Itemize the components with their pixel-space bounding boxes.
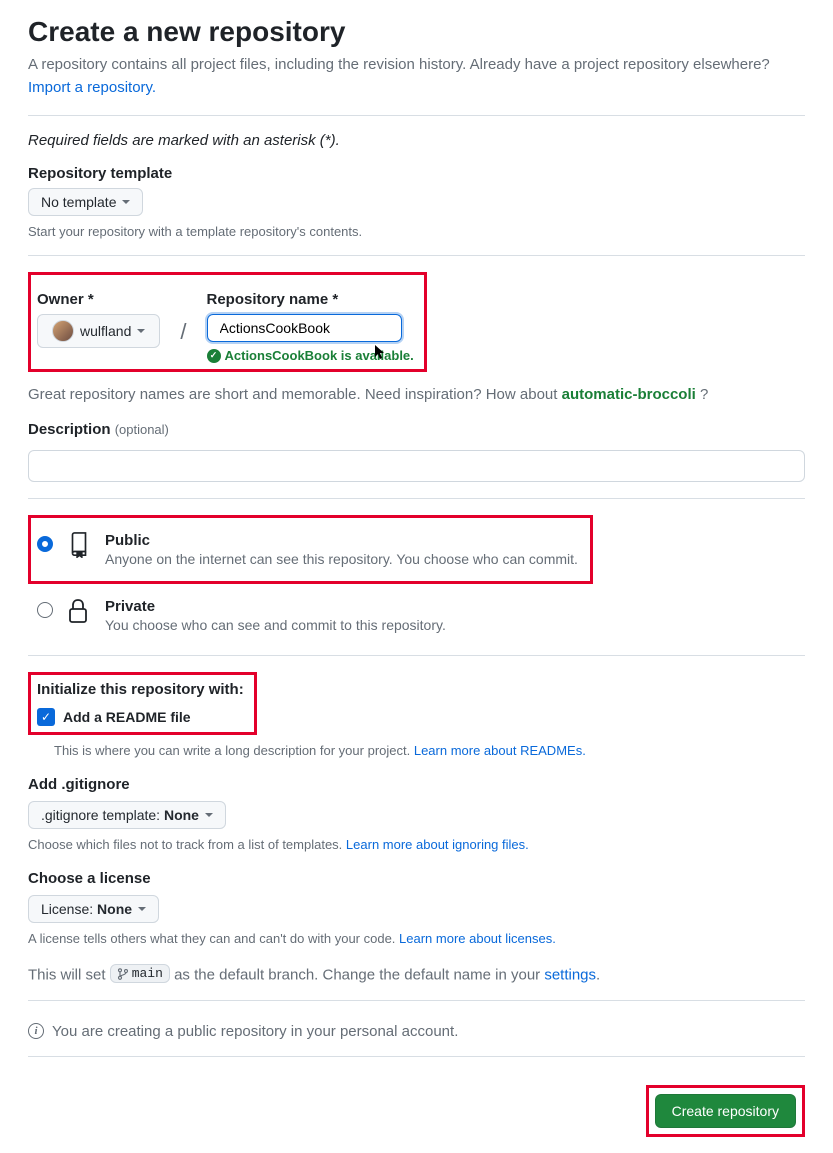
readme-help: This is where you can write a long descr… (54, 743, 805, 758)
create-repository-button[interactable]: Create repository (655, 1094, 796, 1128)
gitignore-label: Add .gitignore (28, 776, 805, 793)
private-radio[interactable] (37, 602, 53, 618)
private-desc: You choose who can see and commit to thi… (105, 617, 446, 633)
default-branch-info: This will set main as the default branch… (28, 964, 805, 984)
description-label: Description (optional) (28, 421, 805, 438)
chevron-down-icon (138, 907, 146, 911)
check-icon: ✓ (207, 349, 221, 363)
initialize-heading: Initialize this repository with: (37, 681, 244, 698)
gitignore-select[interactable]: .gitignore template: None (28, 801, 226, 829)
chevron-down-icon (205, 813, 213, 817)
public-desc: Anyone on the internet can see this repo… (105, 551, 578, 567)
license-help: A license tells others what they can and… (28, 931, 805, 946)
readme-learn-more-link[interactable]: Learn more about READMEs. (414, 743, 586, 758)
avatar (52, 320, 74, 342)
git-branch-icon (117, 968, 129, 980)
template-label: Repository template (28, 165, 805, 182)
public-radio[interactable] (37, 536, 53, 552)
template-select[interactable]: No template (28, 188, 143, 216)
license-learn-more-link[interactable]: Learn more about licenses. (399, 931, 556, 946)
readme-checkbox[interactable]: ✓ (37, 708, 55, 726)
slash-separator: / (180, 319, 186, 345)
template-help: Start your repository with a template re… (28, 224, 805, 239)
suggested-name-link[interactable]: automatic-broccoli (562, 386, 696, 403)
gitignore-learn-more-link[interactable]: Learn more about ignoring files. (346, 837, 529, 852)
required-fields-note: Required fields are marked with an aster… (28, 132, 805, 149)
description-input[interactable] (28, 450, 805, 482)
license-label: Choose a license (28, 870, 805, 887)
lock-icon (67, 598, 91, 624)
divider (28, 115, 805, 116)
page-title: Create a new repository (28, 16, 805, 48)
info-icon: i (28, 1023, 44, 1039)
page-subtitle: A repository contains all project files,… (28, 54, 805, 99)
repo-name-label: Repository name * (207, 291, 414, 308)
divider (28, 498, 805, 499)
branch-settings-link[interactable]: settings (544, 967, 596, 984)
chevron-down-icon (122, 200, 130, 204)
repo-name-suggestion: Great repository names are short and mem… (28, 386, 805, 403)
import-repo-link[interactable]: Import a repository. (28, 79, 156, 96)
owner-select[interactable]: wulfland (37, 314, 160, 348)
chevron-down-icon (137, 329, 145, 333)
readme-label: Add a README file (63, 709, 191, 725)
repo-name-available: ✓ ActionsCookBook is available. (207, 348, 414, 363)
private-title: Private (105, 598, 446, 615)
divider (28, 1000, 805, 1001)
account-info: i You are creating a public repository i… (28, 1023, 805, 1040)
divider (28, 655, 805, 656)
branch-pill: main (110, 964, 170, 983)
divider (28, 1056, 805, 1057)
gitignore-help: Choose which files not to track from a l… (28, 837, 805, 852)
divider (28, 255, 805, 256)
license-select[interactable]: License: None (28, 895, 159, 923)
repo-name-input[interactable] (207, 314, 402, 342)
owner-label: Owner * (37, 291, 160, 308)
repo-icon (67, 532, 91, 558)
public-title: Public (105, 532, 578, 549)
